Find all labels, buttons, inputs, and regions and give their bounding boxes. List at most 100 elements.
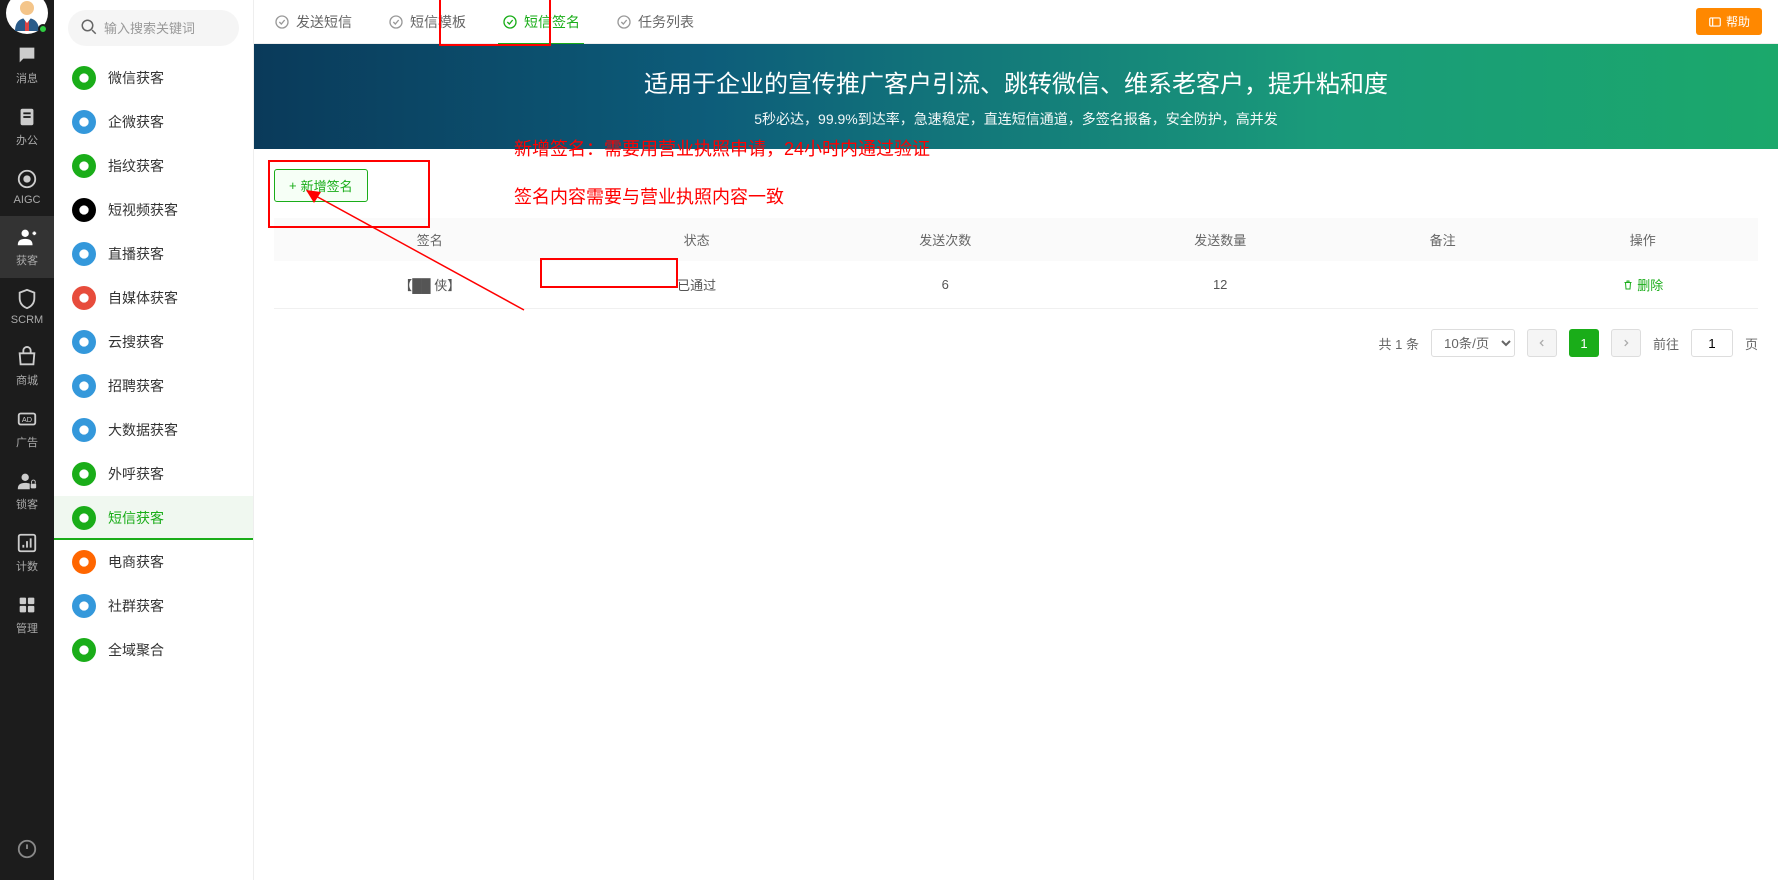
sidebar-item-7[interactable]: 招聘获客 xyxy=(54,364,253,408)
sidebar-item-label: 自媒体获客 xyxy=(108,288,178,308)
table-header: 发送次数 xyxy=(808,218,1083,261)
tab-1[interactable]: 短信模板 xyxy=(384,0,470,44)
recruit-icon xyxy=(72,374,96,398)
sidebar-item-13[interactable]: 全域聚合 xyxy=(54,628,253,672)
ecom-icon xyxy=(72,550,96,574)
pager-current[interactable]: 1 xyxy=(1569,329,1599,357)
rail-item-acquire[interactable]: 获客 xyxy=(0,216,54,278)
chat-icon xyxy=(72,110,96,134)
pager-perpage-select[interactable]: 10条/页 xyxy=(1431,329,1515,357)
ad-icon: AD xyxy=(16,408,38,430)
sidebar-item-label: 微信获客 xyxy=(108,68,164,88)
topbar: 发送短信短信模板短信签名任务列表 帮助 xyxy=(254,0,1778,44)
icon-rail: 消息 办公 AIGC 获客 SCRM 商城 AD 广告 锁客 xyxy=(0,0,54,880)
user-lock-icon xyxy=(16,470,38,492)
message-icon xyxy=(16,44,38,66)
power-icon[interactable] xyxy=(16,838,38,860)
pager-goto-input[interactable] xyxy=(1691,329,1733,357)
sidebar-item-label: 短视频获客 xyxy=(108,200,178,220)
rail-item-ad[interactable]: AD 广告 xyxy=(0,398,54,460)
content: + 新增签名 签名状态发送次数发送数量备注操作 【██ 侠】已通过612删除 共… xyxy=(254,149,1778,880)
sidebar-item-label: 社群获客 xyxy=(108,596,164,616)
sidebar-item-label: 招聘获客 xyxy=(108,376,164,396)
data-icon xyxy=(72,418,96,442)
tab-icon xyxy=(274,14,290,30)
tab-icon xyxy=(502,14,518,30)
rail-item-manage[interactable]: 管理 xyxy=(0,584,54,646)
shield-icon xyxy=(16,288,38,310)
avatar[interactable] xyxy=(6,0,48,34)
banner-title: 适用于企业的宣传推广客户引流、跳转微信、维系老客户，提升粘和度 xyxy=(644,64,1388,99)
tab-0[interactable]: 发送短信 xyxy=(270,0,356,44)
table-cell: 已通过 xyxy=(585,261,807,309)
pager-goto-suffix: 页 xyxy=(1745,334,1758,353)
group-icon xyxy=(72,594,96,618)
delete-button[interactable]: 删除 xyxy=(1622,275,1663,294)
sidebar-item-8[interactable]: 大数据获客 xyxy=(54,408,253,452)
rail-item-aigc[interactable]: AIGC xyxy=(0,158,54,216)
table-cell: 12 xyxy=(1083,261,1358,309)
svg-text:AD: AD xyxy=(22,415,32,424)
banner-subtitle: 5秒必达，99.9%到达率，急速稳定，直连短信通道，多签名报备，安全防护，高并发 xyxy=(754,109,1277,129)
rail-item-scrm[interactable]: SCRM xyxy=(0,278,54,336)
user-plus-icon xyxy=(16,226,38,248)
help-button[interactable]: 帮助 xyxy=(1696,8,1762,35)
sidebar: 微信获客企微获客指纹获客短视频获客直播获客自媒体获客云搜获客招聘获客大数据获客外… xyxy=(54,0,254,880)
sidebar-item-12[interactable]: 社群获客 xyxy=(54,584,253,628)
sidebar-item-6[interactable]: 云搜获客 xyxy=(54,320,253,364)
sidebar-item-label: 电商获客 xyxy=(108,552,164,572)
sidebar-item-4[interactable]: 直播获客 xyxy=(54,232,253,276)
tab-3[interactable]: 任务列表 xyxy=(612,0,698,44)
badge-icon xyxy=(16,106,38,128)
phone-icon xyxy=(72,462,96,486)
rail-item-message[interactable]: 消息 xyxy=(0,34,54,96)
chevron-left-icon xyxy=(1537,338,1547,348)
sidebar-item-5[interactable]: 自媒体获客 xyxy=(54,276,253,320)
sidebar-item-0[interactable]: 微信获客 xyxy=(54,56,253,100)
table-cell: 【██ 侠】 xyxy=(274,261,585,309)
pager-goto-label: 前往 xyxy=(1653,334,1679,353)
table-cell: 6 xyxy=(808,261,1083,309)
sidebar-item-label: 外呼获客 xyxy=(108,464,164,484)
rail-item-lock[interactable]: 锁客 xyxy=(0,460,54,522)
rail-item-office[interactable]: 办公 xyxy=(0,96,54,158)
ai-icon xyxy=(16,168,38,190)
rail-item-count[interactable]: 计数 xyxy=(0,522,54,584)
rail-item-shop[interactable]: 商城 xyxy=(0,336,54,398)
annotation-text-2: 签名内容需要与营业执照内容一致 xyxy=(514,183,784,209)
pager-prev-button[interactable] xyxy=(1527,329,1557,357)
sidebar-item-10[interactable]: 短信获客 xyxy=(54,496,253,540)
banner: 适用于企业的宣传推广客户引流、跳转微信、维系老客户，提升粘和度 5秒必达，99.… xyxy=(254,44,1778,149)
tab-2[interactable]: 短信签名 xyxy=(498,0,584,44)
search-box xyxy=(54,0,253,56)
trash-icon xyxy=(1622,279,1634,291)
sidebar-item-2[interactable]: 指纹获客 xyxy=(54,144,253,188)
sidebar-item-11[interactable]: 电商获客 xyxy=(54,540,253,584)
status-dot-icon xyxy=(38,24,48,34)
chevron-right-icon xyxy=(1621,338,1631,348)
sidebar-item-label: 云搜获客 xyxy=(108,332,164,352)
grid-icon xyxy=(16,594,38,616)
pager-next-button[interactable] xyxy=(1611,329,1641,357)
media-icon xyxy=(72,286,96,310)
table-header: 备注 xyxy=(1358,218,1528,261)
pagination: 共 1 条 10条/页 1 前往 页 xyxy=(274,329,1758,357)
sidebar-item-1[interactable]: 企微获客 xyxy=(54,100,253,144)
sidebar-item-label: 大数据获客 xyxy=(108,420,178,440)
fingerprint-icon xyxy=(72,154,96,178)
signature-table: 签名状态发送次数发送数量备注操作 【██ 侠】已通过612删除 xyxy=(274,218,1758,309)
table-header: 发送数量 xyxy=(1083,218,1358,261)
sidebar-item-label: 指纹获客 xyxy=(108,156,164,176)
sidebar-item-3[interactable]: 短视频获客 xyxy=(54,188,253,232)
sidebar-item-label: 企微获客 xyxy=(108,112,164,132)
pager-total: 共 1 条 xyxy=(1379,334,1419,353)
shop-icon xyxy=(16,346,38,368)
sidebar-item-label: 全域聚合 xyxy=(108,640,164,660)
sidebar-item-9[interactable]: 外呼获客 xyxy=(54,452,253,496)
table-cell xyxy=(1358,261,1528,309)
video-icon xyxy=(72,198,96,222)
add-signature-button[interactable]: + 新增签名 xyxy=(274,169,368,202)
sidebar-item-label: 短信获客 xyxy=(108,508,164,528)
sms-icon xyxy=(72,506,96,530)
live-icon xyxy=(72,242,96,266)
